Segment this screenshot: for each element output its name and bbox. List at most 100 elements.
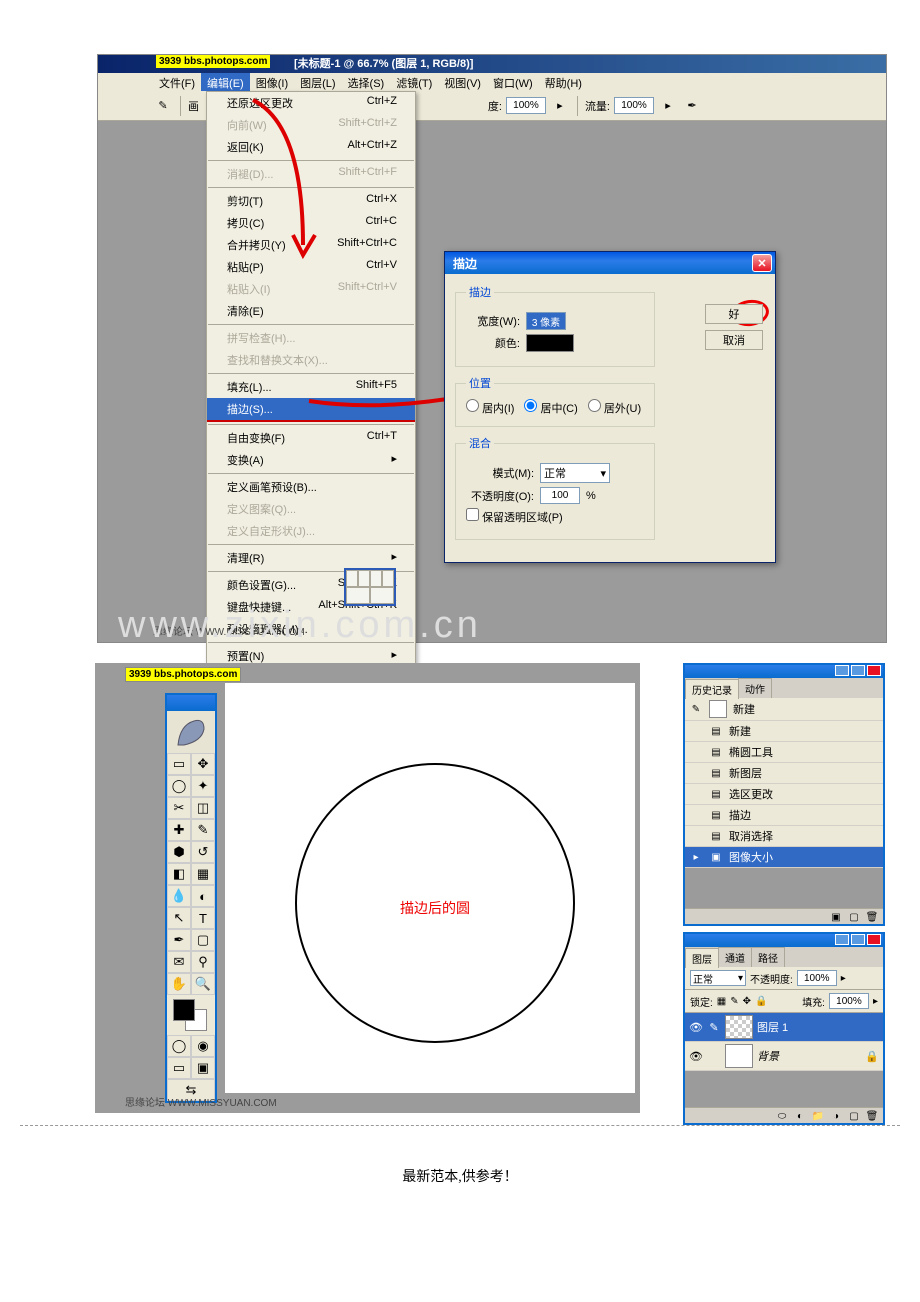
- dodge-tool-icon[interactable]: ◐: [191, 885, 215, 907]
- history-item[interactable]: ▤椭圆工具: [685, 742, 883, 763]
- canvas[interactable]: 描边后的圆: [225, 683, 635, 1093]
- wand-tool-icon[interactable]: ✦: [191, 775, 215, 797]
- palette-cell[interactable]: [358, 570, 370, 587]
- stroke-width-input[interactable]: [526, 312, 566, 330]
- menu-free-transform[interactable]: 自由变换(F)Ctrl+T: [207, 427, 415, 449]
- menu-image[interactable]: 图像(I): [250, 73, 294, 91]
- menu-stroke[interactable]: 描边(S)...: [207, 398, 415, 422]
- marquee-tool-icon[interactable]: ▭: [167, 753, 191, 775]
- history-item[interactable]: ▤新建: [685, 721, 883, 742]
- menu-cut[interactable]: 剪切(T)Ctrl+X: [207, 190, 415, 212]
- screen-mode-icon[interactable]: ▭: [167, 1057, 191, 1079]
- chevron-right-icon[interactable]: ▸: [550, 96, 570, 116]
- menu-copy[interactable]: 拷贝(C)Ctrl+C: [207, 212, 415, 234]
- history-item[interactable]: ▤新图层: [685, 763, 883, 784]
- pen-tool-icon[interactable]: ✒: [167, 929, 191, 951]
- trash-icon[interactable]: 🗑: [865, 1109, 879, 1123]
- hand-tool-icon[interactable]: ✋: [167, 973, 191, 995]
- trash-icon[interactable]: 🗑: [865, 910, 879, 924]
- menu-paste[interactable]: 粘贴(P)Ctrl+V: [207, 256, 415, 278]
- lock-all-icon[interactable]: 🔒: [755, 996, 767, 1007]
- maximize-icon[interactable]: [851, 665, 865, 676]
- blend-mode-select[interactable]: 正常▾: [540, 463, 610, 483]
- brush-tool-icon[interactable]: ✎: [153, 96, 173, 116]
- ok-button[interactable]: 好: [705, 304, 763, 324]
- tab-layers[interactable]: 图层: [685, 948, 719, 968]
- foreground-color-swatch[interactable]: [173, 999, 195, 1021]
- history-snapshot[interactable]: ✎新建: [685, 698, 883, 721]
- blur-tool-icon[interactable]: 💧: [167, 885, 191, 907]
- flow-input[interactable]: [614, 97, 654, 114]
- crop-tool-icon[interactable]: ✂: [167, 797, 191, 819]
- minimize-icon[interactable]: [835, 665, 849, 676]
- menu-window[interactable]: 窗口(W): [487, 73, 539, 91]
- cancel-button[interactable]: 取消: [705, 330, 763, 350]
- tab-actions[interactable]: 动作: [738, 678, 772, 698]
- lasso-tool-icon[interactable]: ◯: [167, 775, 191, 797]
- new-layer-icon[interactable]: ▢: [847, 1109, 861, 1123]
- opacity-input[interactable]: [540, 487, 580, 504]
- chevron-right-icon[interactable]: ▸: [658, 96, 678, 116]
- quickmask-edit-icon[interactable]: ◉: [191, 1035, 215, 1057]
- tab-paths[interactable]: 路径: [751, 947, 785, 967]
- radio-outside[interactable]: 居外(U): [588, 399, 641, 416]
- palette-cell[interactable]: [370, 587, 394, 604]
- slice-tool-icon[interactable]: ◫: [191, 797, 215, 819]
- history-item-current[interactable]: ▸▣图像大小: [685, 847, 883, 868]
- tab-history[interactable]: 历史记录: [685, 679, 739, 699]
- layer-row[interactable]: 👁 背景 🔒: [685, 1042, 883, 1071]
- menu-help[interactable]: 帮助(H): [539, 73, 588, 91]
- stroke-color-swatch[interactable]: [526, 334, 574, 352]
- palette-cell[interactable]: [370, 570, 382, 587]
- shape-tool-icon[interactable]: ▢: [191, 929, 215, 951]
- folder-icon[interactable]: 📁: [811, 1109, 825, 1123]
- stamp-tool-icon[interactable]: ⬢: [167, 841, 191, 863]
- close-icon[interactable]: ✕: [752, 254, 772, 272]
- menu-copy-merged[interactable]: 合并拷贝(Y)Shift+Ctrl+C: [207, 234, 415, 256]
- history-item[interactable]: ▤描边: [685, 805, 883, 826]
- lock-position-icon[interactable]: ✥: [743, 996, 751, 1007]
- preserve-transparency[interactable]: 保留透明区域(P): [466, 508, 563, 525]
- path-tool-icon[interactable]: ↖: [167, 907, 191, 929]
- brush-tool-icon[interactable]: ✎: [191, 819, 215, 841]
- toolbox-titlebar[interactable]: [167, 695, 215, 711]
- lock-transparency-icon[interactable]: ▦: [717, 996, 726, 1007]
- layer-opacity-input[interactable]: [797, 970, 837, 986]
- menu-fill[interactable]: 填充(L)...Shift+F5: [207, 376, 415, 398]
- heal-tool-icon[interactable]: ✚: [167, 819, 191, 841]
- fx-icon[interactable]: ⬭: [775, 1109, 789, 1123]
- menu-view[interactable]: 视图(V): [438, 73, 487, 91]
- history-item[interactable]: ▤选区更改: [685, 784, 883, 805]
- layer-row[interactable]: 👁 ✎ 图层 1: [685, 1013, 883, 1042]
- layer-thumbnail[interactable]: [725, 1044, 753, 1068]
- notes-tool-icon[interactable]: ✉: [167, 951, 191, 973]
- history-brush-icon[interactable]: ↺: [191, 841, 215, 863]
- lock-paint-icon[interactable]: ✎: [730, 996, 738, 1007]
- palette-cell[interactable]: [346, 587, 370, 604]
- radio-center[interactable]: 居中(C): [524, 399, 577, 416]
- blend-mode-select[interactable]: 正常▾: [690, 970, 746, 986]
- move-tool-icon[interactable]: ✥: [191, 753, 215, 775]
- eraser-tool-icon[interactable]: ◧: [167, 863, 191, 885]
- type-tool-icon[interactable]: T: [191, 907, 215, 929]
- menu-undo[interactable]: 还原选区更改Ctrl+Z: [207, 92, 415, 114]
- history-item[interactable]: ▤取消选择: [685, 826, 883, 847]
- menu-layer[interactable]: 图层(L): [294, 73, 341, 91]
- close-icon[interactable]: [867, 665, 881, 676]
- zoom-tool-icon[interactable]: 🔍: [191, 973, 215, 995]
- quickmask-icon[interactable]: ◯: [167, 1035, 191, 1057]
- visibility-icon[interactable]: 👁: [689, 1020, 703, 1034]
- minimize-icon[interactable]: [835, 934, 849, 945]
- menu-edit[interactable]: 编辑(E): [201, 73, 250, 91]
- adjustment-icon[interactable]: ◑: [829, 1109, 843, 1123]
- palette-cell[interactable]: [382, 570, 394, 587]
- radio-inside[interactable]: 居内(I): [466, 399, 514, 416]
- link-icon[interactable]: ✎: [707, 1020, 721, 1034]
- menu-step-back[interactable]: 返回(K)Alt+Ctrl+Z: [207, 136, 415, 158]
- airbrush-icon[interactable]: ✒: [682, 96, 702, 116]
- screen-mode-icon[interactable]: ▣: [191, 1057, 215, 1079]
- gradient-tool-icon[interactable]: ▦: [191, 863, 215, 885]
- mask-icon[interactable]: ◐: [793, 1109, 807, 1123]
- menu-purge[interactable]: 清理(R)▸: [207, 547, 415, 569]
- new-doc-icon[interactable]: ▢: [847, 910, 861, 924]
